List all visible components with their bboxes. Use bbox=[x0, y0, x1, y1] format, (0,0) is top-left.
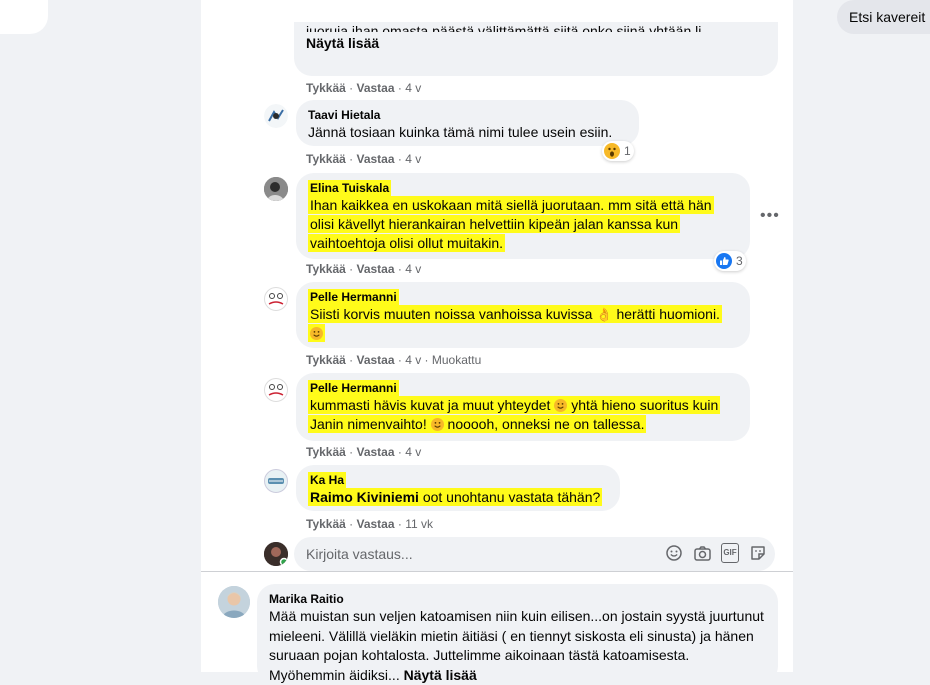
like-link[interactable]: Tykkää bbox=[306, 262, 346, 276]
like-icon bbox=[716, 253, 732, 269]
like-link[interactable]: Tykkää bbox=[306, 81, 346, 95]
comment-text: Siisti korvis muuten noissa vanhoissa ku… bbox=[310, 306, 593, 322]
comment-bubble: Elina Tuiskala Ihan kaikkea en uskokaan … bbox=[296, 173, 750, 259]
comment-text: Ihan kaikkea en uskokaan mitä siellä juo… bbox=[308, 196, 714, 252]
avatar[interactable] bbox=[264, 177, 288, 201]
comment-time[interactable]: 4 v bbox=[405, 152, 421, 166]
comment-actions: Tykkää · Vastaa · 11 vk bbox=[306, 517, 433, 531]
edited-label[interactable]: Muokattu bbox=[432, 353, 481, 367]
smile-emoji-icon bbox=[310, 325, 323, 341]
comment-text: Jännä tosiaan kuinka tämä nimi tulee use… bbox=[308, 124, 613, 140]
comment-author[interactable]: Pelle Hermanni bbox=[308, 380, 399, 396]
reply-placeholder: Kirjoita vastaus... bbox=[306, 546, 413, 562]
comment-time[interactable]: 4 v bbox=[405, 353, 421, 367]
comment-text: Mää muistan sun veljen katoamisen niin k… bbox=[269, 608, 764, 683]
comment-author[interactable]: Elina Tuiskala bbox=[308, 180, 392, 196]
reaction-count[interactable]: 1 bbox=[602, 141, 634, 161]
smile-emoji-icon bbox=[430, 416, 444, 432]
reply-link[interactable]: Vastaa bbox=[356, 445, 394, 459]
comment-actions: Tykkää · Vastaa · 4 v bbox=[306, 262, 422, 276]
comment-time[interactable]: 11 vk bbox=[405, 517, 433, 531]
like-link[interactable]: Tykkää bbox=[306, 517, 346, 531]
emoji-icon[interactable] bbox=[665, 544, 683, 562]
comment-author[interactable]: Taavi Hietala bbox=[308, 107, 627, 123]
comment-author[interactable]: Marika Raitio bbox=[269, 591, 766, 607]
comment-text: juoruja ihan omasta päästä välittämättä … bbox=[306, 23, 702, 32]
sticker-icon[interactable] bbox=[749, 544, 767, 562]
avatar[interactable] bbox=[264, 378, 288, 402]
comment-author[interactable]: Ka Ha bbox=[308, 472, 347, 488]
avatar[interactable] bbox=[264, 287, 288, 311]
mention-link[interactable]: Raimo Kiviniemi bbox=[310, 489, 419, 505]
comment-author[interactable]: Pelle Hermanni bbox=[308, 289, 399, 305]
reaction-number: 3 bbox=[736, 254, 743, 268]
comment-bubble: Marika Raitio Mää muistan sun veljen kat… bbox=[257, 584, 778, 684]
ok-hand-emoji-icon: 👌 bbox=[596, 307, 613, 322]
comment-actions: Tykkää · Vastaa · 4 v bbox=[306, 152, 422, 166]
wow-icon bbox=[604, 143, 620, 159]
reply-link[interactable]: Vastaa bbox=[356, 81, 394, 95]
reply-link[interactable]: Vastaa bbox=[356, 262, 394, 276]
comment-bubble: Taavi Hietala Jännä tosiaan kuinka tämä … bbox=[296, 100, 639, 146]
comment-actions: Tykkää · Vastaa · 4 v bbox=[306, 81, 422, 95]
comment-bubble: Ka Ha Raimo Kiviniemi oot unohtanu vasta… bbox=[296, 465, 620, 511]
comment-time[interactable]: 4 v bbox=[405, 445, 421, 459]
comment-text: kummasti hävis kuvat ja muut yhteydet bbox=[310, 397, 551, 413]
comment-bubble: Pelle Hermanni Siisti korvis muuten nois… bbox=[296, 282, 750, 348]
more-options-icon[interactable]: ••• bbox=[760, 207, 780, 225]
comment-time[interactable]: 4 v bbox=[405, 262, 421, 276]
like-link[interactable]: Tykkää bbox=[306, 445, 346, 459]
avatar[interactable] bbox=[218, 586, 250, 618]
comment-text: nooooh, onneksi ne on tallessa. bbox=[447, 416, 645, 432]
reaction-number: 1 bbox=[624, 144, 631, 158]
avatar[interactable] bbox=[264, 469, 288, 493]
reaction-count[interactable]: 3 bbox=[714, 251, 746, 271]
gif-icon[interactable]: GIF bbox=[721, 543, 739, 563]
comment-bubble: Pelle Hermanni kummasti hävis kuvat ja m… bbox=[296, 373, 750, 441]
camera-icon[interactable] bbox=[693, 544, 711, 562]
comment-divider bbox=[201, 571, 793, 572]
comment-actions: Tykkää · Vastaa · 4 v bbox=[306, 445, 422, 459]
reply-link[interactable]: Vastaa bbox=[356, 152, 394, 166]
reply-link[interactable]: Vastaa bbox=[356, 353, 394, 367]
comment-text: oot unohtanu vastata tähän? bbox=[422, 489, 601, 505]
see-more-link[interactable]: Näytä lisää bbox=[404, 667, 477, 683]
smile-emoji-icon bbox=[554, 397, 568, 413]
search-friends-button[interactable]: Etsi kavereit bbox=[837, 0, 930, 34]
current-user-avatar[interactable] bbox=[264, 542, 288, 566]
comment-time[interactable]: 4 v bbox=[405, 81, 421, 95]
see-more-link[interactable]: Näytä lisää bbox=[306, 34, 766, 53]
search-field-left[interactable] bbox=[0, 0, 48, 34]
like-link[interactable]: Tykkää bbox=[306, 353, 346, 367]
reply-link[interactable]: Vastaa bbox=[356, 517, 394, 531]
comment-text: herätti huomioni. bbox=[616, 306, 720, 322]
like-link[interactable]: Tykkää bbox=[306, 152, 346, 166]
reply-input[interactable]: Kirjoita vastaus... GIF bbox=[294, 537, 775, 571]
avatar[interactable] bbox=[264, 104, 288, 128]
comment-actions: Tykkää · Vastaa · 4 v · Muokattu bbox=[306, 353, 482, 367]
comment-bubble: juoruja ihan omasta päästä välittämättä … bbox=[294, 22, 778, 76]
